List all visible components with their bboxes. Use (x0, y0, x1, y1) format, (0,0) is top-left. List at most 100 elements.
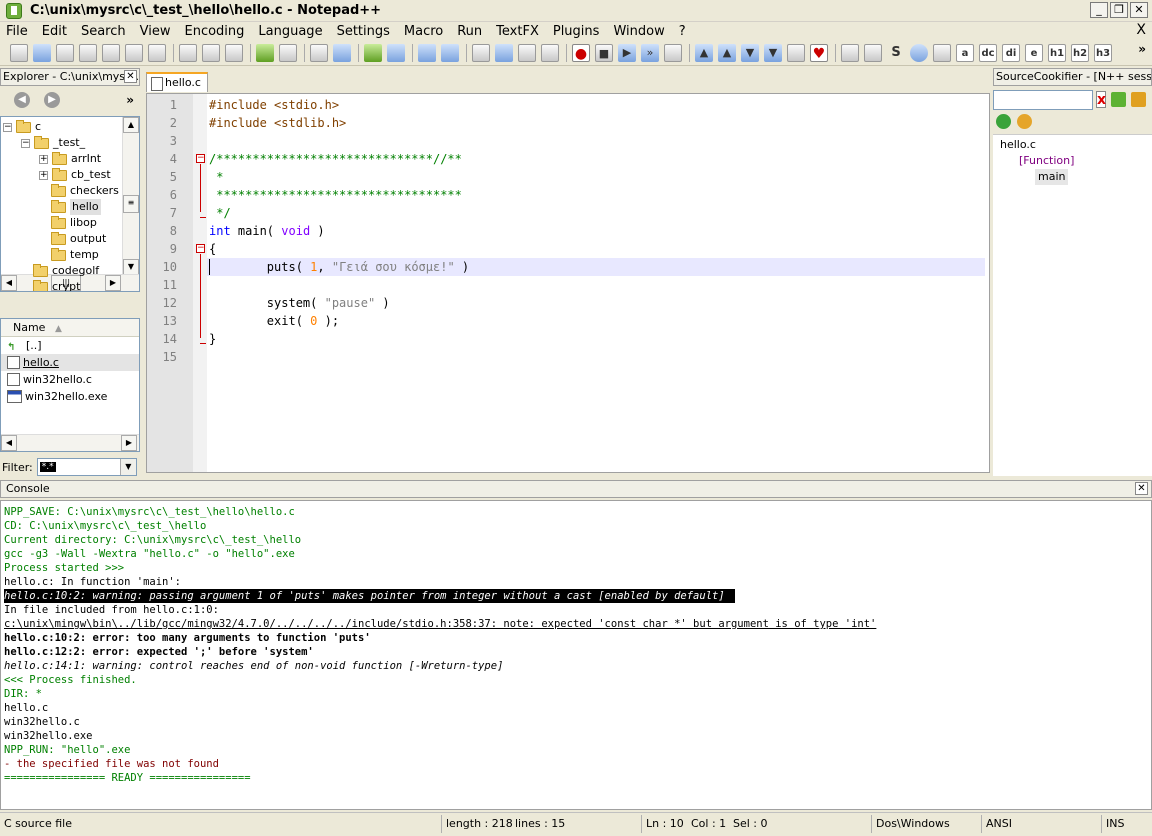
heart-icon[interactable]: ♥ (810, 43, 828, 62)
close-window-button[interactable]: ✕ (1130, 2, 1148, 18)
redo-icon[interactable] (279, 43, 297, 62)
menu-file[interactable]: File (6, 24, 28, 39)
word-wrap-icon[interactable] (472, 43, 490, 62)
tree-item-libop[interactable]: libop (51, 215, 97, 231)
sync-icon[interactable] (996, 114, 1011, 129)
back-icon[interactable]: ◀ (14, 92, 30, 108)
menu-run[interactable]: Run (457, 24, 482, 39)
file-item[interactable]: ↰ [..] (1, 337, 139, 354)
stop-macro-icon[interactable]: ■ (595, 43, 613, 62)
symbol-search-input[interactable] (993, 90, 1093, 110)
run-macro-multiple-icon[interactable]: » (641, 43, 659, 62)
tree-item-test[interactable]: − _test_ (21, 135, 85, 151)
fold-toggle-icon[interactable]: − (196, 154, 205, 163)
console-close-button[interactable]: ✕ (1135, 482, 1148, 495)
copy-icon[interactable] (202, 43, 220, 62)
explorer-icon[interactable] (864, 43, 882, 62)
explorer-close-button[interactable]: ✕ (124, 70, 137, 83)
tree-item-temp[interactable]: temp (51, 247, 99, 263)
language-icon[interactable] (541, 43, 559, 62)
save-all-icon[interactable] (79, 43, 97, 62)
zoom-out-icon[interactable] (387, 43, 405, 62)
toolbar-text-di[interactable]: di (1002, 43, 1020, 62)
toolbar-text-h1[interactable]: h1 (1048, 43, 1066, 62)
symbol-group-function[interactable]: [Function] (1019, 153, 1074, 169)
expand-icon[interactable]: + (39, 170, 48, 180)
save-macro-icon[interactable] (664, 43, 682, 62)
toolbar-text-h3[interactable]: h3 (1094, 43, 1112, 62)
menu-macro[interactable]: Macro (404, 24, 443, 39)
toolbar-text-e[interactable]: e (1025, 43, 1043, 62)
console-icon[interactable] (841, 43, 859, 62)
spellcheck-icon[interactable] (933, 43, 951, 62)
file-item[interactable]: win32hello.c (1, 371, 139, 388)
tree-item-hello[interactable]: hello (51, 199, 101, 215)
bookmark-icon[interactable] (787, 43, 805, 62)
s-toolbar-button[interactable]: S (887, 44, 905, 62)
menu-language[interactable]: Language (258, 24, 322, 39)
code-editor[interactable]: 1 #include <stdio.h> 2 #include <stdlib.h> 3… (146, 93, 990, 473)
expand-icon[interactable]: + (39, 154, 48, 164)
scroll-right-icon[interactable]: ▶ (121, 435, 137, 451)
tree-vertical-scrollbar[interactable]: ▲ ≡ ▼ (122, 117, 139, 275)
file-item[interactable]: win32hello.exe (1, 388, 139, 405)
list-icon[interactable] (1131, 92, 1146, 107)
menu-window[interactable]: Window (613, 24, 664, 39)
undo-icon[interactable] (256, 43, 274, 62)
filter-combobox[interactable]: *.* ▼ (36, 458, 137, 476)
tree-item-cbtest[interactable]: + cb_test (39, 167, 111, 183)
sync-horizontal-icon[interactable] (441, 43, 459, 62)
symbol-main[interactable]: main (1035, 169, 1069, 185)
scroll-left-icon[interactable]: ◀ (1, 275, 17, 291)
zoom-in-icon[interactable] (364, 43, 382, 62)
down-icon[interactable]: ▼ (741, 43, 759, 62)
toolbar-text-dc[interactable]: dc (979, 43, 997, 62)
menu-settings[interactable]: Settings (337, 24, 390, 39)
menu-textfx[interactable]: TextFX (496, 24, 539, 39)
console-output[interactable]: NPP_SAVE: C:\unix\mysrc\c\_test_\hello\h… (0, 500, 1152, 810)
explorer-overflow-button[interactable]: » (126, 93, 134, 107)
tab-hello-c[interactable]: hello.c (146, 72, 208, 92)
forward-icon[interactable]: ▶ (44, 92, 60, 108)
refresh-icon[interactable] (1111, 92, 1126, 107)
expand-icon[interactable]: ▼ (764, 43, 782, 62)
toolbar-overflow-button[interactable]: » (1138, 42, 1146, 56)
tree-item-crypt[interactable]: crypt (33, 279, 80, 291)
list-horizontal-scrollbar[interactable]: ◀ ▶ (1, 434, 139, 451)
cookie-icon[interactable] (910, 43, 928, 62)
show-all-chars-icon[interactable] (495, 43, 513, 62)
tree-item-codegolf[interactable]: codegolf (33, 263, 99, 279)
menu-help[interactable]: ? (679, 24, 686, 39)
toolbar-text-a[interactable]: a (956, 43, 974, 62)
tree-item-output[interactable]: output (51, 231, 106, 247)
save-icon[interactable] (56, 43, 74, 62)
up-icon[interactable]: ▲ (718, 43, 736, 62)
file-item[interactable]: hello.c (1, 354, 139, 371)
collapse-icon[interactable]: − (3, 122, 12, 132)
tree-item-checkers[interactable]: checkers (51, 183, 119, 199)
collapse-icon[interactable]: ▲ (695, 43, 713, 62)
fold-toggle-icon[interactable]: − (196, 244, 205, 253)
chevron-down-icon[interactable]: ▼ (119, 459, 136, 475)
new-file-icon[interactable] (10, 43, 28, 62)
close-file-icon[interactable] (102, 43, 120, 62)
close-document-button[interactable]: X (1136, 22, 1146, 38)
replace-icon[interactable] (333, 43, 351, 62)
menu-encoding[interactable]: Encoding (184, 24, 244, 39)
scroll-left-icon[interactable]: ◀ (1, 435, 17, 451)
open-file-icon[interactable] (33, 43, 51, 62)
record-macro-icon[interactable]: ● (572, 43, 590, 62)
menu-search[interactable]: Search (81, 24, 126, 39)
name-column-header[interactable]: Name ▲ (1, 319, 139, 337)
clear-search-button[interactable]: x (1096, 91, 1106, 108)
close-all-icon[interactable] (125, 43, 143, 62)
menu-edit[interactable]: Edit (42, 24, 67, 39)
collapse-icon[interactable]: − (21, 138, 30, 148)
sync-vertical-icon[interactable] (418, 43, 436, 62)
play-macro-icon[interactable]: ▶ (618, 43, 636, 62)
tree-item-arrInt[interactable]: + arrInt (39, 151, 101, 167)
symbol-file[interactable]: hello.c (1000, 137, 1036, 153)
toolbar-text-h2[interactable]: h2 (1071, 43, 1089, 62)
scroll-thumb[interactable]: ≡ (123, 195, 139, 213)
scroll-down-icon[interactable]: ▼ (123, 259, 139, 275)
